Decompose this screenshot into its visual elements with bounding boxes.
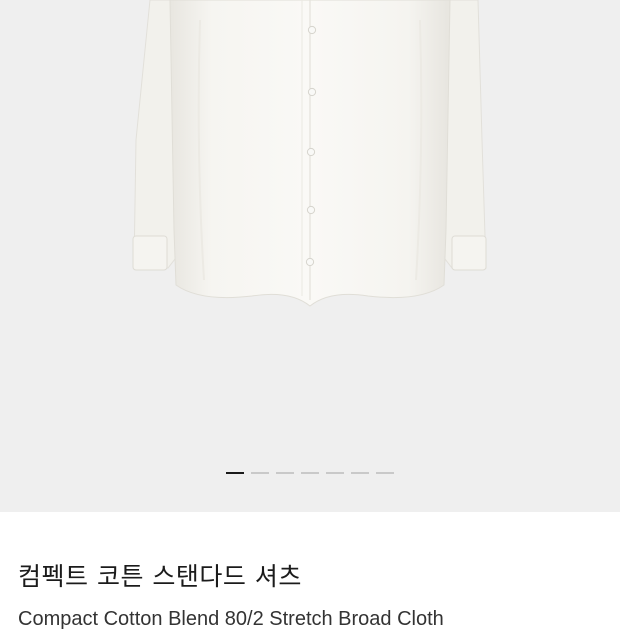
product-photo [132,0,487,307]
product-info: 컴펙트 코튼 스탠다드 셔츠 Compact Cotton Blend 80/2… [18,560,602,631]
pager-dot-4[interactable] [301,472,319,474]
pager-dot-3[interactable] [276,472,294,474]
pager-dot-2[interactable] [251,472,269,474]
image-pager [0,472,620,476]
pager-dot-6[interactable] [351,472,369,474]
pager-dot-1[interactable] [226,472,244,474]
product-name-english: Compact Cotton Blend 80/2 Stretch Broad … [18,608,444,630]
product-image-gallery[interactable] [0,0,620,512]
pager-dot-5[interactable] [326,472,344,474]
product-name-korean: 컴펙트 코튼 스탠다드 셔츠 [18,562,302,591]
pager-dot-7[interactable] [376,472,394,474]
